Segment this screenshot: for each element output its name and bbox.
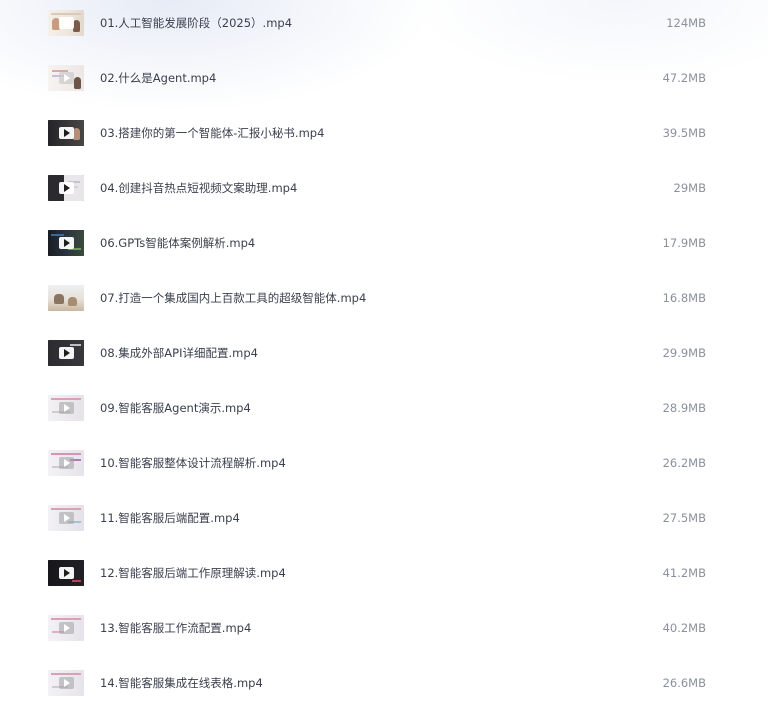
play-icon bbox=[59, 127, 74, 139]
file-name: 02.什么是Agent.mp4 bbox=[100, 71, 217, 85]
play-icon bbox=[59, 72, 74, 84]
video-thumbnail-icon bbox=[48, 505, 84, 531]
video-thumbnail-icon bbox=[48, 10, 84, 36]
file-row-video[interactable]: 03.搭建你的第一个智能体-汇报小秘书.mp4 39.5MB bbox=[0, 110, 768, 165]
file-row-video[interactable]: 10.智能客服整体设计流程解析.mp4 26.2MB bbox=[0, 440, 768, 495]
file-size: 16.8MB bbox=[662, 291, 706, 305]
play-icon bbox=[59, 347, 74, 359]
file-row-video[interactable]: 11.智能客服后端配置.mp4 27.5MB bbox=[0, 495, 768, 550]
video-thumbnail-icon bbox=[48, 65, 84, 91]
video-thumbnail-icon bbox=[48, 395, 84, 421]
video-thumbnail-icon bbox=[48, 230, 84, 256]
file-name: 12.智能客服后端工作原理解读.mp4 bbox=[100, 566, 286, 580]
file-size: 27.5MB bbox=[662, 511, 706, 525]
file-name: 01.人工智能发展阶段（2025）.mp4 bbox=[100, 16, 293, 30]
file-size: 39.5MB bbox=[662, 126, 706, 140]
play-icon bbox=[59, 677, 74, 689]
file-name: 04.创建抖音热点短视频文案助理.mp4 bbox=[100, 181, 298, 195]
video-thumbnail-icon bbox=[48, 450, 84, 476]
file-row-video[interactable]: 09.智能客服Agent演示.mp4 28.9MB bbox=[0, 385, 768, 440]
file-row-video[interactable]: 12.智能客服后端工作原理解读.mp4 41.2MB bbox=[0, 550, 768, 605]
file-size: 29.9MB bbox=[662, 346, 706, 360]
video-thumbnail-icon bbox=[48, 670, 84, 696]
file-size: 26.6MB bbox=[662, 676, 706, 690]
file-name: 10.智能客服整体设计流程解析.mp4 bbox=[100, 456, 286, 470]
file-size: 17.9MB bbox=[662, 236, 706, 250]
play-icon bbox=[59, 512, 74, 524]
play-icon bbox=[59, 17, 74, 29]
video-thumbnail-icon bbox=[48, 340, 84, 366]
file-name: 07.打造一个集成国内上百款工具的超级智能体.mp4 bbox=[100, 291, 367, 305]
file-name: 14.智能客服集成在线表格.mp4 bbox=[100, 676, 263, 690]
video-thumbnail-icon bbox=[48, 615, 84, 641]
file-row-video[interactable]: 07.打造一个集成国内上百款工具的超级智能体.mp4 16.8MB bbox=[0, 275, 768, 330]
file-row-video[interactable]: 01.人工智能发展阶段（2025）.mp4 124MB bbox=[0, 0, 768, 55]
file-row-video[interactable]: 14.智能客服集成在线表格.mp4 26.6MB bbox=[0, 660, 768, 715]
file-size: 29MB bbox=[673, 181, 706, 195]
file-name: 06.GPTs智能体案例解析.mp4 bbox=[100, 236, 256, 250]
video-thumbnail-icon bbox=[48, 120, 84, 146]
video-thumbnail-icon bbox=[48, 285, 84, 311]
video-thumbnail-icon bbox=[48, 175, 84, 201]
file-size: 41.2MB bbox=[662, 566, 706, 580]
file-size: 28.9MB bbox=[662, 401, 706, 415]
file-row-video[interactable]: 08.集成外部API详细配置.mp4 29.9MB bbox=[0, 330, 768, 385]
play-icon bbox=[59, 182, 74, 194]
play-icon bbox=[59, 622, 74, 634]
file-size: 40.2MB bbox=[662, 621, 706, 635]
file-row-video[interactable]: 06.GPTs智能体案例解析.mp4 17.9MB bbox=[0, 220, 768, 275]
file-row-video[interactable]: 13.智能客服工作流配置.mp4 40.2MB bbox=[0, 605, 768, 660]
file-row-video[interactable]: 02.什么是Agent.mp4 47.2MB bbox=[0, 55, 768, 110]
file-name: 09.智能客服Agent演示.mp4 bbox=[100, 401, 251, 415]
file-name: 03.搭建你的第一个智能体-汇报小秘书.mp4 bbox=[100, 126, 325, 140]
file-size: 124MB bbox=[666, 16, 706, 30]
file-row-video[interactable]: 04.创建抖音热点短视频文案助理.mp4 29MB bbox=[0, 165, 768, 220]
file-size: 26.2MB bbox=[662, 456, 706, 470]
play-icon bbox=[59, 237, 74, 249]
file-name: 11.智能客服后端配置.mp4 bbox=[100, 511, 240, 525]
file-size: 47.2MB bbox=[662, 71, 706, 85]
play-icon bbox=[59, 402, 74, 414]
file-name: 13.智能客服工作流配置.mp4 bbox=[100, 621, 252, 635]
play-icon bbox=[59, 567, 74, 579]
play-icon bbox=[59, 457, 74, 469]
video-thumbnail-icon bbox=[48, 560, 84, 586]
file-list: 01.人工智能发展阶段（2025）.mp4 124MB 02.什么是Agent.… bbox=[0, 0, 768, 717]
file-name: 08.集成外部API详细配置.mp4 bbox=[100, 346, 258, 360]
